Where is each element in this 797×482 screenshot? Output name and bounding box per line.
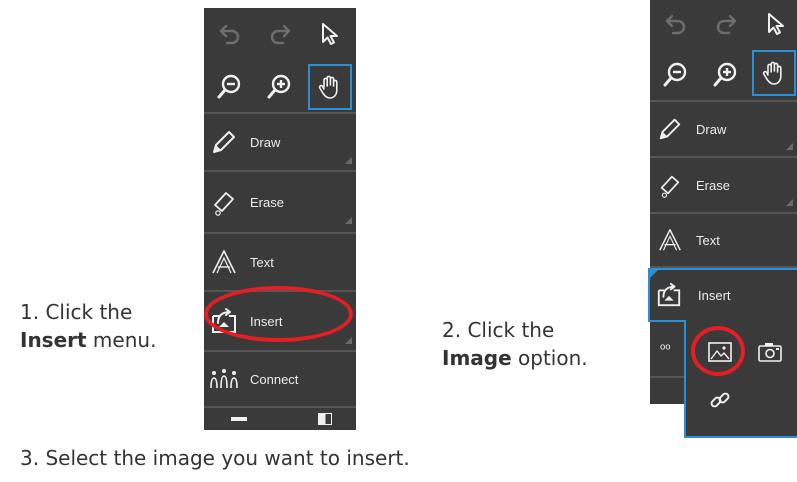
submenu-indicator [345,157,352,164]
submenu-indicator [786,199,793,206]
connect-icon [210,369,238,389]
pan-button[interactable] [308,64,352,110]
step1-rest: menu. [86,328,157,352]
camera-option[interactable] [750,334,790,370]
select-button[interactable] [310,14,350,54]
zoom-out-button[interactable] [656,52,696,96]
minus-icon [231,417,247,421]
menu-erase-label: Erase [696,177,730,193]
separator [650,100,797,102]
text-a-icon [212,250,236,274]
separator [204,232,356,234]
zoom-in-icon [267,74,291,99]
separator [204,406,356,408]
pan-button[interactable] [752,50,796,96]
pencil-icon [659,118,681,140]
text-a-icon [659,229,681,251]
connect-icon-partial: ᵒᵒ [660,340,671,356]
highlight-ring-image [691,326,745,376]
step2-bold: Image [442,346,512,370]
menu-draw[interactable]: Draw [650,104,797,154]
redo-button[interactable] [260,14,300,54]
zoom-in-button[interactable] [260,64,300,108]
collapse-button[interactable] [214,410,264,428]
menu-draw[interactable]: Draw [204,116,356,168]
zoom-out-icon [663,62,687,87]
zoom-in-button[interactable] [706,52,746,96]
menu-text-label: Text [696,232,720,248]
eraser-icon [660,175,680,198]
pencil-icon [213,131,235,153]
panel-toggle-button[interactable] [300,410,350,428]
zoom-in-icon [713,62,737,87]
separator [204,170,356,172]
redo-icon [270,24,291,45]
menu-insert-label: Insert [698,287,731,303]
menu-draw-label: Draw [696,121,727,137]
link-icon [710,392,730,408]
undo-button[interactable] [210,14,250,54]
highlight-ring-insert [204,286,353,342]
pointer-icon [322,23,338,45]
separator [204,350,356,352]
pointer-icon [768,13,784,35]
active-corner-marker [650,270,658,278]
link-option[interactable] [700,382,740,418]
hand-icon [318,75,338,99]
menu-draw-label: Draw [250,134,281,150]
submenu-indicator [345,217,352,224]
step1-bold: Insert [20,328,87,352]
menu-text[interactable]: Text [204,236,356,288]
submenu-indicator [345,337,352,344]
zoom-out-button[interactable] [210,64,250,108]
redo-icon [716,14,737,35]
step2-line1: 2. Click the [442,318,555,342]
menu-erase[interactable]: Erase [650,160,797,210]
toolbar-left: Draw Erase Text Insert Connect [204,8,356,430]
undo-icon [219,24,240,45]
step2-rest: option. [511,346,588,370]
separator [204,112,356,114]
zoom-out-icon [217,74,241,99]
insert-icon [657,282,681,307]
submenu-indicator [786,143,793,150]
select-button[interactable] [756,4,796,44]
step1-line1: 1. Click the [20,300,133,324]
eraser-icon [214,192,234,216]
undo-icon [665,14,686,35]
menu-insert-active[interactable]: Insert [648,268,797,322]
separator [650,212,797,214]
separator [650,156,797,158]
menu-erase-label: Erase [250,194,284,210]
undo-button[interactable] [656,4,696,44]
menu-text[interactable]: Text [650,216,797,264]
redo-button[interactable] [706,4,746,44]
panel-icon [318,413,332,425]
step3-caption: 3. Select the image you want to insert. [20,446,410,470]
camera-icon [758,343,782,362]
menu-connect[interactable]: Connect [204,354,356,404]
hand-icon [762,61,782,85]
step1-caption: 1. Click the Insert menu. [20,298,200,354]
menu-text-label: Text [250,254,274,270]
menu-connect-label: Connect [250,371,299,387]
step2-caption: 2. Click the Image option. [442,316,642,372]
menu-erase[interactable]: Erase [204,174,356,230]
